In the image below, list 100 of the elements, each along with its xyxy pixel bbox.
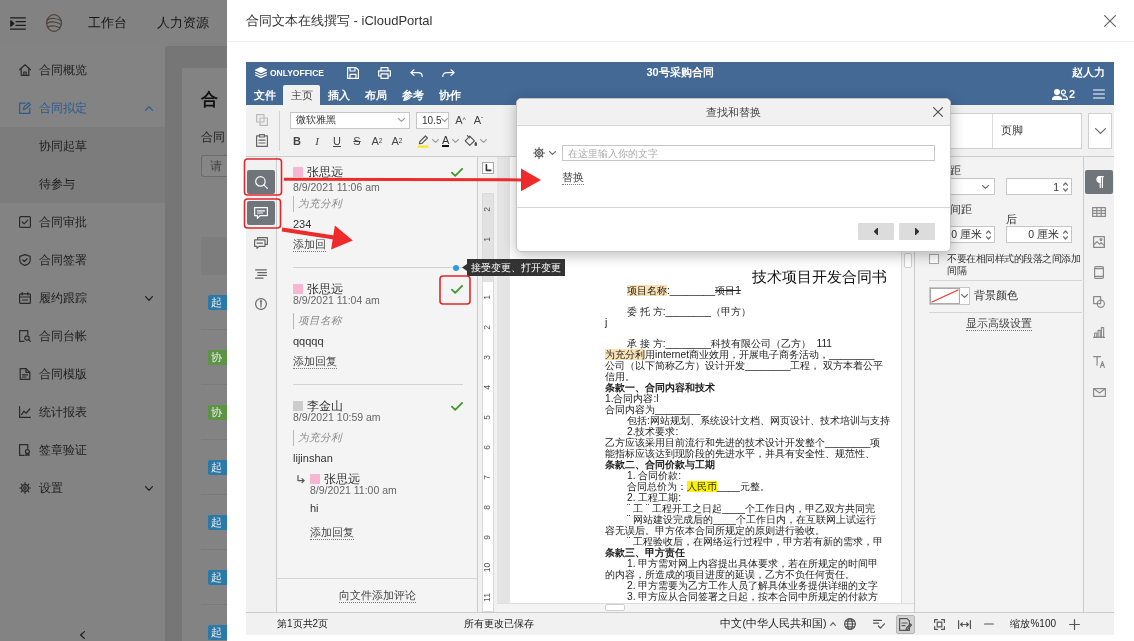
check-icon[interactable] <box>451 401 463 411</box>
line-chart-icon <box>19 406 31 418</box>
ribbon-tab[interactable]: 参考 <box>394 85 431 105</box>
ribbon-tab[interactable]: 文件 <box>246 85 283 105</box>
font-name-field[interactable]: 微软雅黑 <box>290 111 410 129</box>
ribbon-tab[interactable]: 协作 <box>431 85 468 105</box>
menu-fold-icon[interactable] <box>10 16 26 30</box>
add-reply-link[interactable]: 添加回复 <box>310 526 354 540</box>
document-line: 合同总价为：人民币____元整。 <box>627 481 770 492</box>
add-reply-link[interactable]: 添加回 <box>293 238 326 252</box>
change-dot-icon[interactable] <box>453 265 459 271</box>
font-size-step-button[interactable]: A$^{ˇ}$ <box>472 111 485 129</box>
add-reply-link[interactable]: 添加回复 <box>293 355 337 369</box>
status-badge: 起 <box>208 624 227 640</box>
document-line: 为充分利用internet商业效用，开展电子商务活动，________ <box>605 349 875 360</box>
spacing-before-field[interactable]: 0 厘米 <box>950 226 995 243</box>
highlight-button[interactable] <box>417 132 439 150</box>
globe-icon[interactable] <box>844 618 857 630</box>
replace-link[interactable]: 替换 <box>562 171 584 185</box>
scrollbar-thumb[interactable] <box>605 604 625 611</box>
ruler-number: 4 <box>483 384 492 390</box>
sidebar-item[interactable]: 履约跟踪 <box>0 279 165 317</box>
caret-icon[interactable] <box>549 151 556 155</box>
nav-link[interactable]: 人力资源 <box>157 14 209 32</box>
check-icon[interactable] <box>451 284 463 294</box>
sidebar-item[interactable]: 合同签署 <box>0 241 165 279</box>
undo-icon[interactable] <box>410 68 423 77</box>
layers-icon <box>255 67 267 78</box>
sidebar-item[interactable]: 合同审批 <box>0 203 165 241</box>
contract-title: 技术项目开发合同书 <box>752 269 887 285</box>
fit-width-icon[interactable] <box>958 619 972 629</box>
document-line: 3. 甲方应从合同签署之日起，按本合同中所规定的付款方 <box>627 591 879 602</box>
format-button[interactable]: A$^{2}$ <box>367 132 387 150</box>
previous-button[interactable] <box>858 223 894 240</box>
print-icon[interactable] <box>378 66 391 79</box>
caret-icon <box>982 184 989 189</box>
next-button[interactable] <box>899 223 935 240</box>
font-color-button[interactable]: A <box>442 132 460 150</box>
sidebar-item[interactable]: 合同模版 <box>0 355 165 393</box>
spacing-after-field[interactable]: 0 厘米 <box>1006 226 1072 243</box>
menu-icon[interactable] <box>1093 89 1105 99</box>
format-button[interactable]: U <box>327 132 347 150</box>
ruler-number: 6 <box>483 444 492 450</box>
home-icon <box>19 64 31 76</box>
tab-stop-icon[interactable] <box>481 162 494 174</box>
checkbox[interactable] <box>929 254 939 264</box>
search-button[interactable] <box>247 170 275 194</box>
caret-icon <box>432 139 439 143</box>
close-icon[interactable] <box>1104 14 1116 27</box>
sidebar-item[interactable]: 签章验证 <box>0 431 165 469</box>
comments-button[interactable] <box>247 200 275 225</box>
comment-date: 8/9/2021 11:04 am <box>293 295 380 306</box>
spinner-arrows-icon <box>986 229 991 240</box>
language-selector[interactable]: 中文(中华人民共和国) <box>720 617 827 631</box>
sidebar-subitem[interactable]: 待参与 <box>0 165 165 203</box>
comment-text: 234 <box>293 217 312 231</box>
comment-icon <box>254 206 268 219</box>
section-heading: 条款三、甲方责任 <box>605 547 685 558</box>
sidebar-subitem[interactable]: 协同起草 <box>0 127 165 165</box>
search-field[interactable]: 在这里输入你的文字 <box>562 145 935 161</box>
advanced-settings-link[interactable]: 显示高级设置 <box>966 317 1032 331</box>
scrollbar-thumb[interactable] <box>904 253 912 268</box>
add-comment-link[interactable]: 向文件添加评论 <box>338 588 416 603</box>
style-preview[interactable]: 页脚 <box>993 113 1081 148</box>
paragraph-settings-button[interactable] <box>1085 170 1113 194</box>
nav-link[interactable]: 工作台 <box>88 14 127 32</box>
redo-icon[interactable] <box>442 68 455 77</box>
zoom-in-icon[interactable] <box>1069 618 1080 630</box>
users-button[interactable]: 2 <box>1051 88 1075 100</box>
line-spacing-field[interactable]: 1 <box>1006 178 1072 195</box>
settings-icon[interactable] <box>533 147 545 159</box>
close-icon[interactable] <box>933 107 943 117</box>
background-color-button[interactable] <box>929 287 970 305</box>
setting-label: 间距 <box>950 204 972 214</box>
format-button[interactable]: S <box>347 132 367 150</box>
document-line: 公司（以下简称乙方）设计开发________工程， 双方本着公平 <box>605 360 884 371</box>
paste-icon[interactable] <box>256 134 268 147</box>
quoted-text: 为充分利 <box>293 196 346 212</box>
ribbon-tab[interactable]: 布局 <box>357 85 394 105</box>
checkbox-icon <box>19 216 31 228</box>
horizontal-scrollbar[interactable] <box>497 603 914 612</box>
format-button[interactable]: B <box>287 132 307 150</box>
fit-page-icon[interactable] <box>934 618 946 630</box>
check-icon[interactable] <box>451 167 463 177</box>
chevron-left-icon[interactable] <box>80 631 85 639</box>
font-size-field[interactable]: 10.5 <box>416 111 449 129</box>
font-size-step-button[interactable]: A$^{^}$ <box>454 111 467 129</box>
format-button[interactable]: I <box>307 132 327 150</box>
save-icon[interactable] <box>347 66 359 79</box>
sidebar-item[interactable]: 合同台帐 <box>0 317 165 355</box>
track-changes-icon <box>899 617 913 631</box>
ribbon-tab[interactable]: 插入 <box>320 85 357 105</box>
ruler-number: 10 <box>483 562 492 572</box>
spellcheck-icon[interactable] <box>873 619 886 629</box>
caret-up-icon[interactable] <box>830 622 837 626</box>
input-field[interactable]: 请 <box>201 155 227 177</box>
sidebar-item[interactable]: 设置 <box>0 469 165 507</box>
sidebar-item[interactable]: 统计报表 <box>0 393 165 431</box>
sidebar-item[interactable]: 合同概览 <box>0 51 165 89</box>
ribbon-tab[interactable]: 主页 <box>283 85 320 105</box>
